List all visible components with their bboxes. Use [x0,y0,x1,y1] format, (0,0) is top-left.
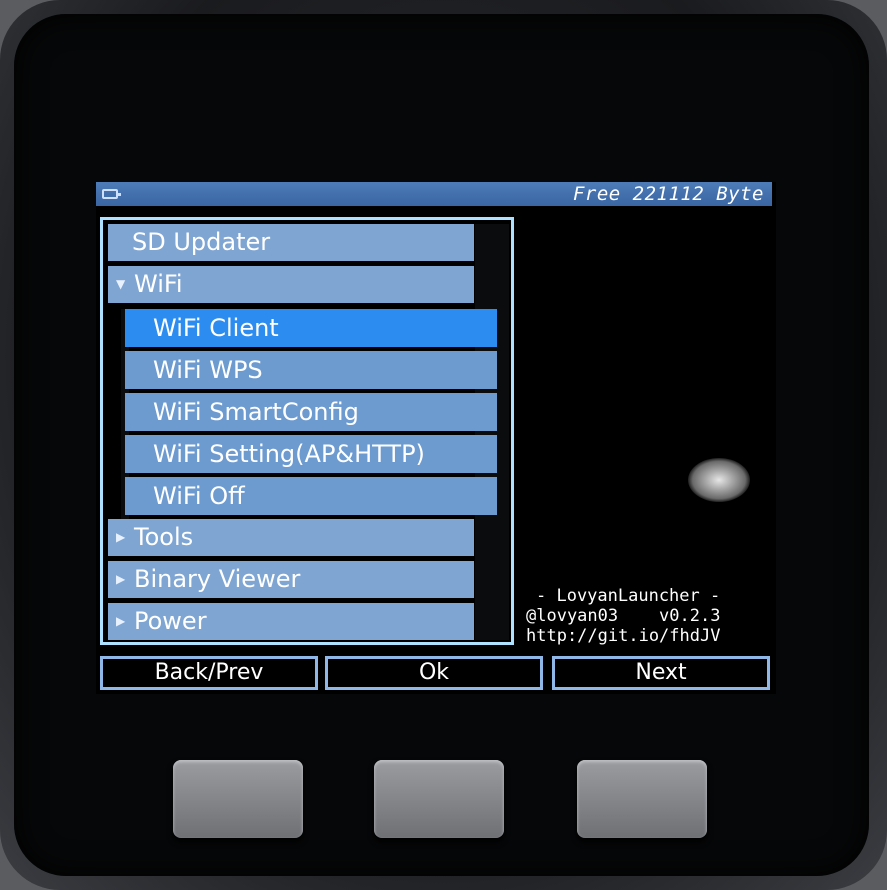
author-version: @lovyan03 v0.2.3 [526,606,721,626]
menu-item-wifi[interactable]: ▼ WiFi [108,266,474,303]
menu-item-sd-updater[interactable]: SD Updater [108,224,474,261]
menu-item-binary-viewer[interactable]: ▶ Binary Viewer [108,561,474,598]
m5stack-device: Free 221112 Byte SD Updater ▼ WiFi WiFi … [0,0,887,890]
back-prev-label: Back/Prev [100,656,318,690]
menu-item-label: Power [134,607,207,635]
next-label: Next [552,656,770,690]
hardware-button-c[interactable] [577,760,707,838]
battery-icon [102,189,121,199]
collapsed-triangle-icon: ▶ [116,614,126,628]
collapsed-triangle-icon: ▶ [116,572,126,586]
menu-item-label: WiFi [134,270,183,298]
project-url: http://git.io/fhdJV [526,626,721,646]
scroll-track[interactable] [475,224,509,640]
ok-label: Ok [325,656,543,690]
submenu-item-wifi-setting[interactable]: WiFi Setting(AP&HTTP) [125,435,497,473]
submenu-item-label: WiFi SmartConfig [153,398,359,426]
submenu-item-wifi-smartconfig[interactable]: WiFi SmartConfig [125,393,497,431]
submenu-item-label: WiFi Setting(AP&HTTP) [153,440,425,468]
menu-item-label: Binary Viewer [134,565,301,593]
submenu-item-label: WiFi Off [153,482,245,510]
menu-panel: SD Updater ▼ WiFi WiFi Client WiFi WPS W… [100,217,514,645]
hardware-button-b[interactable] [374,760,504,838]
status-bar: Free 221112 Byte [96,182,772,206]
lcd-screen: Free 221112 Byte SD Updater ▼ WiFi WiFi … [96,182,776,694]
menu-item-label: Tools [134,523,194,551]
submenu-item-wifi-wps[interactable]: WiFi WPS [125,351,497,389]
launcher-title: - LovyanLauncher - [536,586,721,606]
menu-item-power[interactable]: ▶ Power [108,603,474,640]
submenu-item-label: WiFi Client [153,314,279,342]
submenu-item-wifi-off[interactable]: WiFi Off [125,477,497,515]
collapsed-triangle-icon: ▶ [116,530,126,544]
expanded-triangle-icon: ▼ [116,277,126,291]
menu-item-label: SD Updater [132,228,271,256]
submenu-item-wifi-client[interactable]: WiFi Client [125,309,497,347]
free-memory-text: Free 221112 Byte [572,183,764,205]
hardware-button-a[interactable] [173,760,303,838]
submenu-item-label: WiFi WPS [153,356,263,384]
menu-item-tools[interactable]: ▶ Tools [108,519,474,556]
screen-glare [688,458,750,502]
